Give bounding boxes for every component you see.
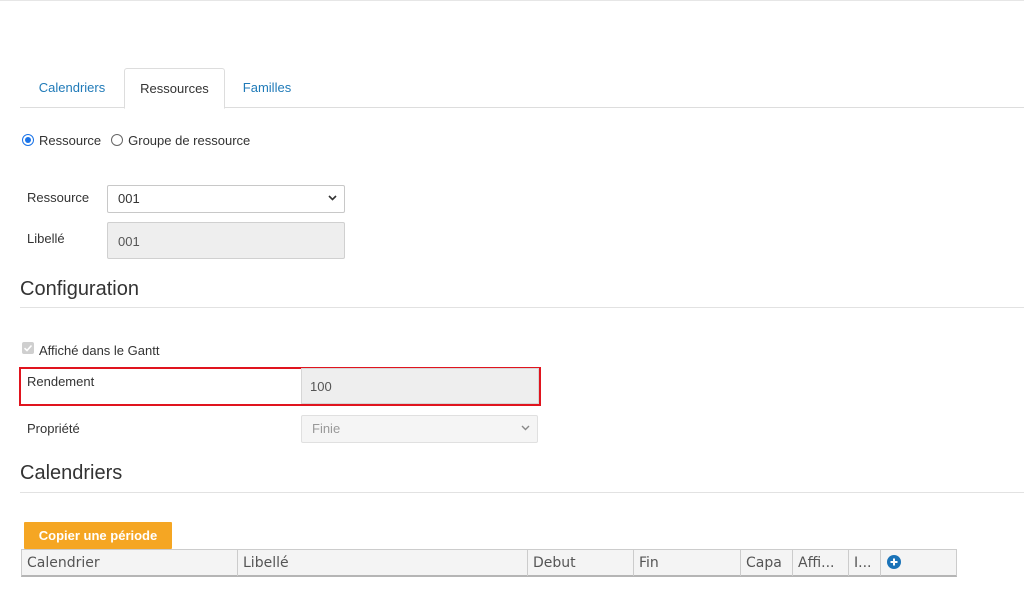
add-row-icon[interactable] — [887, 555, 901, 569]
column-header-calendrier[interactable]: Calendrier — [22, 550, 238, 576]
ressource-select-value: 001 — [118, 191, 140, 206]
propriete-select[interactable]: Finie — [301, 415, 538, 443]
column-header-libelle[interactable]: Libellé — [238, 550, 528, 576]
affiche-gantt-label: Affiché dans le Gantt — [39, 343, 160, 358]
configuration-title: Configuration — [20, 278, 139, 300]
ressource-label: Ressource — [27, 190, 90, 205]
column-header-capa[interactable]: Capa — [741, 550, 793, 576]
propriete-select-value: Finie — [312, 421, 341, 436]
radio-groupe-ressource-label: Groupe de ressource — [128, 132, 251, 148]
libelle-field: 001 — [107, 222, 345, 259]
column-header-fin[interactable]: Fin — [634, 550, 741, 576]
rendement-label: Rendement — [27, 374, 95, 389]
ressource-select[interactable]: 001 — [107, 185, 345, 213]
tab-ressources[interactable]: Ressources — [124, 68, 225, 109]
copy-period-button[interactable]: Copier une période — [24, 522, 172, 549]
tab-calendriers[interactable]: Calendriers — [20, 68, 124, 108]
column-header-affiche[interactable]: Affi... — [793, 550, 849, 576]
calendriers-title: Calendriers — [20, 462, 123, 484]
libelle-label: Libellé — [27, 231, 65, 246]
radio-ressource[interactable] — [22, 134, 34, 146]
tab-familles[interactable]: Familles — [225, 68, 309, 108]
column-header-i[interactable]: I... — [849, 550, 881, 576]
chevron-down-icon — [328, 195, 337, 203]
calendriers-divider — [20, 492, 1024, 493]
resource-type-radio-group: Ressource Groupe de ressource — [22, 131, 260, 149]
configuration-divider — [20, 307, 1024, 308]
propriete-label: Propriété — [27, 421, 80, 436]
rendement-field: 100 — [301, 368, 539, 404]
calendriers-grid-header: Calendrier Libellé Debut Fin Capa Affi..… — [21, 549, 957, 577]
top-border — [0, 0, 1024, 1]
chevron-down-icon — [521, 425, 530, 433]
radio-ressource-label: Ressource — [39, 132, 102, 148]
tab-bar: Calendriers Ressources Familles — [20, 68, 1024, 109]
affiche-gantt-checkbox[interactable] — [22, 342, 34, 354]
column-header-debut[interactable]: Debut — [528, 550, 634, 576]
radio-groupe-ressource[interactable] — [111, 134, 124, 146]
